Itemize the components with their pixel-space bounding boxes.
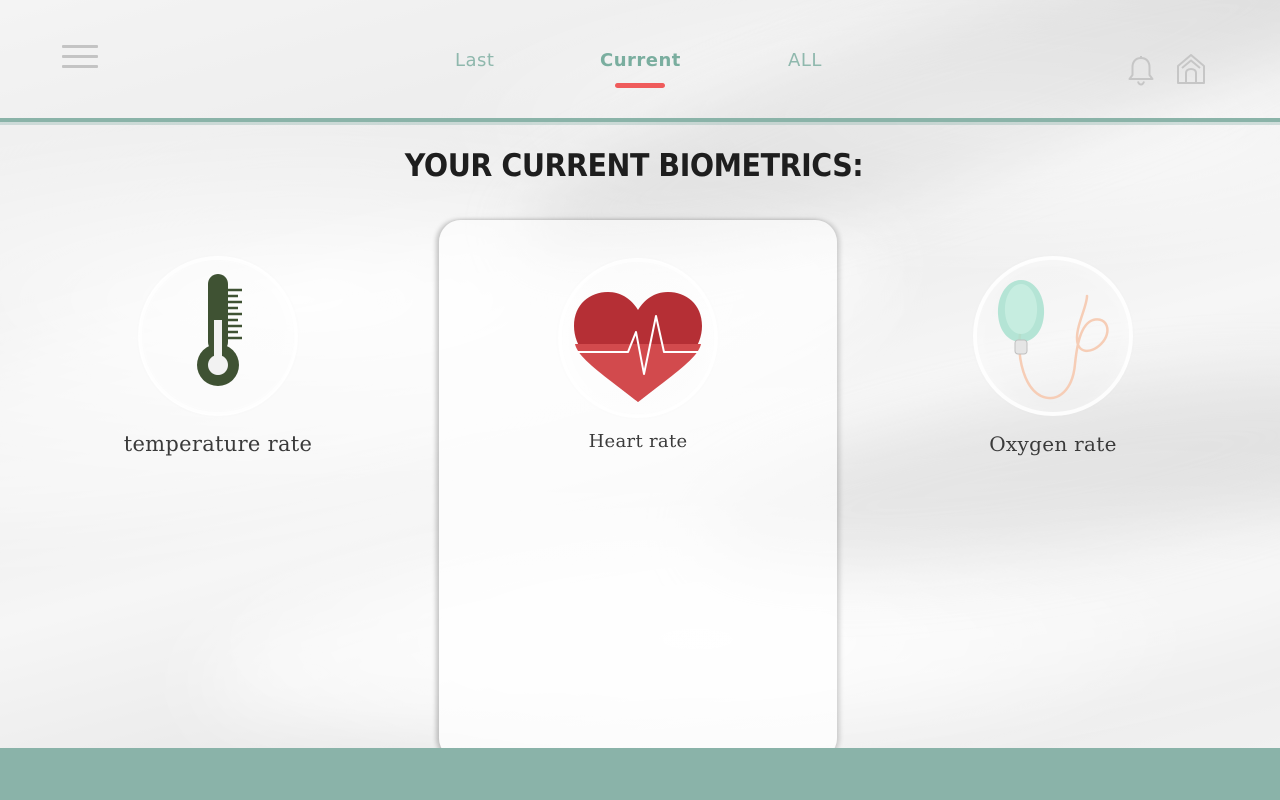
metric-label: temperature rate	[123, 432, 313, 456]
thermometer-icon	[197, 274, 242, 386]
metric-temperature[interactable]: temperature rate	[68, 260, 368, 456]
top-navigation-bar: Last Current ALL	[0, 0, 1280, 118]
metric-label: Oxygen rate	[989, 432, 1117, 456]
metric-heart[interactable]: Heart rate	[488, 262, 788, 452]
page-title: YOUR CURRENT BIOMETRICS:	[404, 148, 864, 184]
metric-oxygen[interactable]: Oxygen rate	[903, 260, 1203, 456]
notifications-button[interactable]	[1126, 55, 1156, 87]
metric-icon-circle	[977, 260, 1129, 412]
heart-rate-icon	[574, 292, 702, 402]
oxygen-mask-icon	[997, 280, 1109, 400]
tab-current[interactable]: Current	[600, 50, 681, 71]
home-button[interactable]	[1175, 52, 1207, 86]
hamburger-icon-line	[62, 55, 98, 58]
active-tab-indicator	[615, 83, 665, 88]
menu-button[interactable]	[62, 45, 98, 69]
hamburger-icon-line	[62, 65, 98, 68]
hamburger-icon-line	[62, 45, 98, 48]
metric-icon-circle	[562, 262, 714, 414]
footer-bar	[0, 748, 1280, 800]
metric-label: Heart rate	[588, 431, 688, 452]
header-divider-shadow	[0, 122, 1280, 125]
tab-last[interactable]: Last	[455, 50, 495, 71]
home-icon	[1177, 54, 1205, 84]
tab-all[interactable]: ALL	[788, 50, 822, 71]
bell-icon	[1128, 56, 1154, 86]
metric-icon-circle	[142, 260, 294, 412]
